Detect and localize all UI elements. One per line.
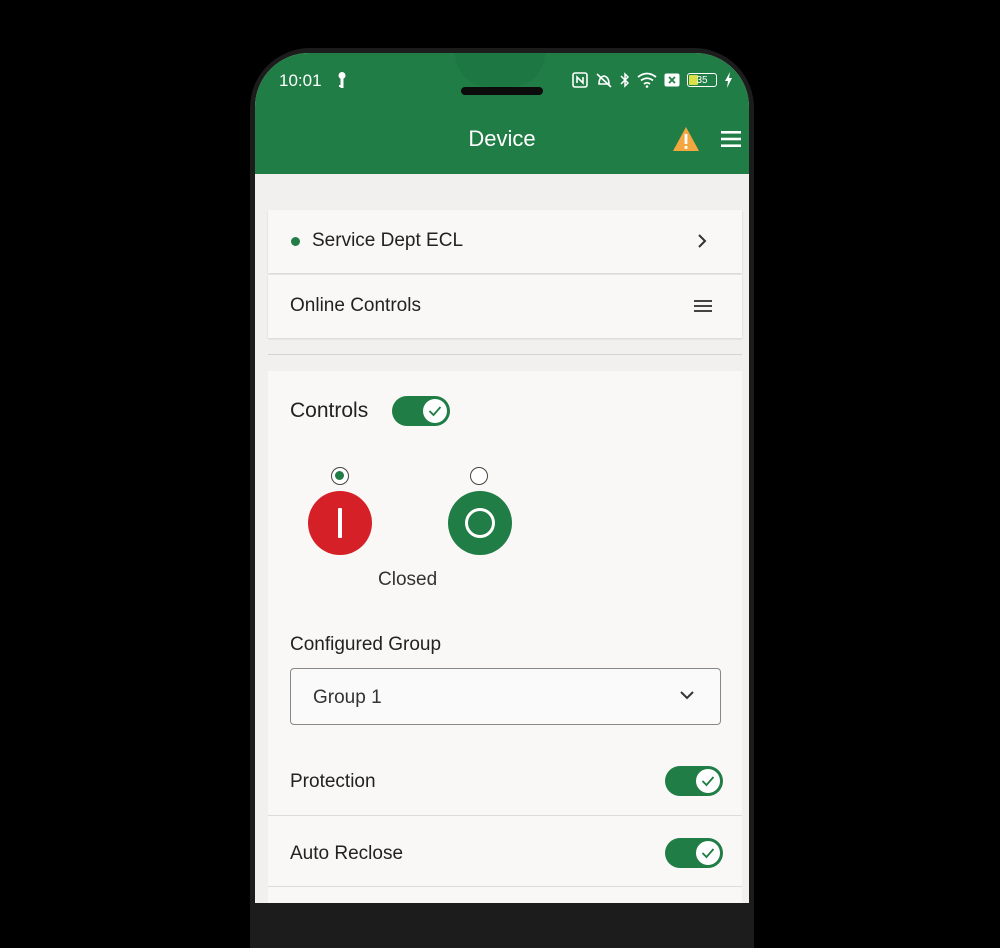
- charging-bolt-icon: [725, 72, 732, 88]
- controls-toggle[interactable]: [392, 396, 450, 426]
- warning-triangle-icon[interactable]: [672, 126, 700, 152]
- status-icons: 35: [572, 70, 733, 90]
- device-name: Service Dept ECL: [312, 230, 464, 251]
- hamburger-menu-icon[interactable]: [721, 130, 741, 148]
- controls-panel: Controls Closed Configured Group Group 1: [268, 371, 742, 903]
- status-time: 10:01: [279, 71, 322, 90]
- app-bar: 10:01 35 Device: [255, 53, 749, 174]
- mute-bell-icon: [596, 73, 612, 88]
- section-label: Online Controls: [290, 295, 421, 316]
- auto-reclose-label: Auto Reclose: [290, 843, 404, 864]
- chevron-right-icon: [698, 234, 707, 248]
- setting-divider: [268, 815, 742, 816]
- vpn-key-icon: [338, 72, 346, 88]
- open-radio[interactable]: [470, 467, 488, 485]
- device-row[interactable]: Service Dept ECL: [268, 210, 742, 273]
- selected-group: Group 1: [313, 687, 382, 708]
- device-status-dot: [291, 237, 300, 246]
- configured-group-label: Configured Group: [290, 634, 442, 655]
- earpiece-speaker: [461, 87, 543, 95]
- breaker-state-text: Closed: [378, 569, 438, 590]
- auto-reclose-toggle[interactable]: [665, 838, 723, 868]
- protection-label: Protection: [290, 771, 376, 792]
- online-controls-row[interactable]: Online Controls: [268, 275, 742, 338]
- configured-group-select[interactable]: Group 1: [290, 668, 721, 725]
- toggle-knob: [423, 399, 447, 423]
- section-divider: [268, 354, 742, 355]
- battery-indicator: 35: [687, 73, 717, 87]
- toggle-knob: [696, 769, 720, 793]
- open-breaker-button[interactable]: [448, 491, 512, 555]
- protection-toggle[interactable]: [665, 766, 723, 796]
- phone-screen: 10:01 35 Device Service Dept ECL Online …: [255, 53, 749, 903]
- check-icon: [701, 848, 715, 859]
- chevron-down-icon: [680, 691, 694, 700]
- list-lines-icon[interactable]: [694, 299, 712, 313]
- sim-off-icon: [664, 73, 680, 87]
- check-icon: [701, 776, 715, 787]
- close-radio[interactable]: [331, 467, 349, 485]
- controls-label: Controls: [290, 399, 369, 422]
- toggle-knob: [696, 841, 720, 865]
- close-breaker-button[interactable]: [308, 491, 372, 555]
- battery-level: 35: [696, 75, 708, 86]
- bluetooth-icon: [620, 72, 630, 88]
- camera-notch: [455, 53, 545, 87]
- check-icon: [428, 406, 442, 417]
- content-area: Service Dept ECL Online Controls Control…: [255, 174, 749, 903]
- setting-divider: [268, 886, 742, 887]
- nfc-icon: [572, 72, 588, 88]
- wifi-icon: [637, 72, 657, 88]
